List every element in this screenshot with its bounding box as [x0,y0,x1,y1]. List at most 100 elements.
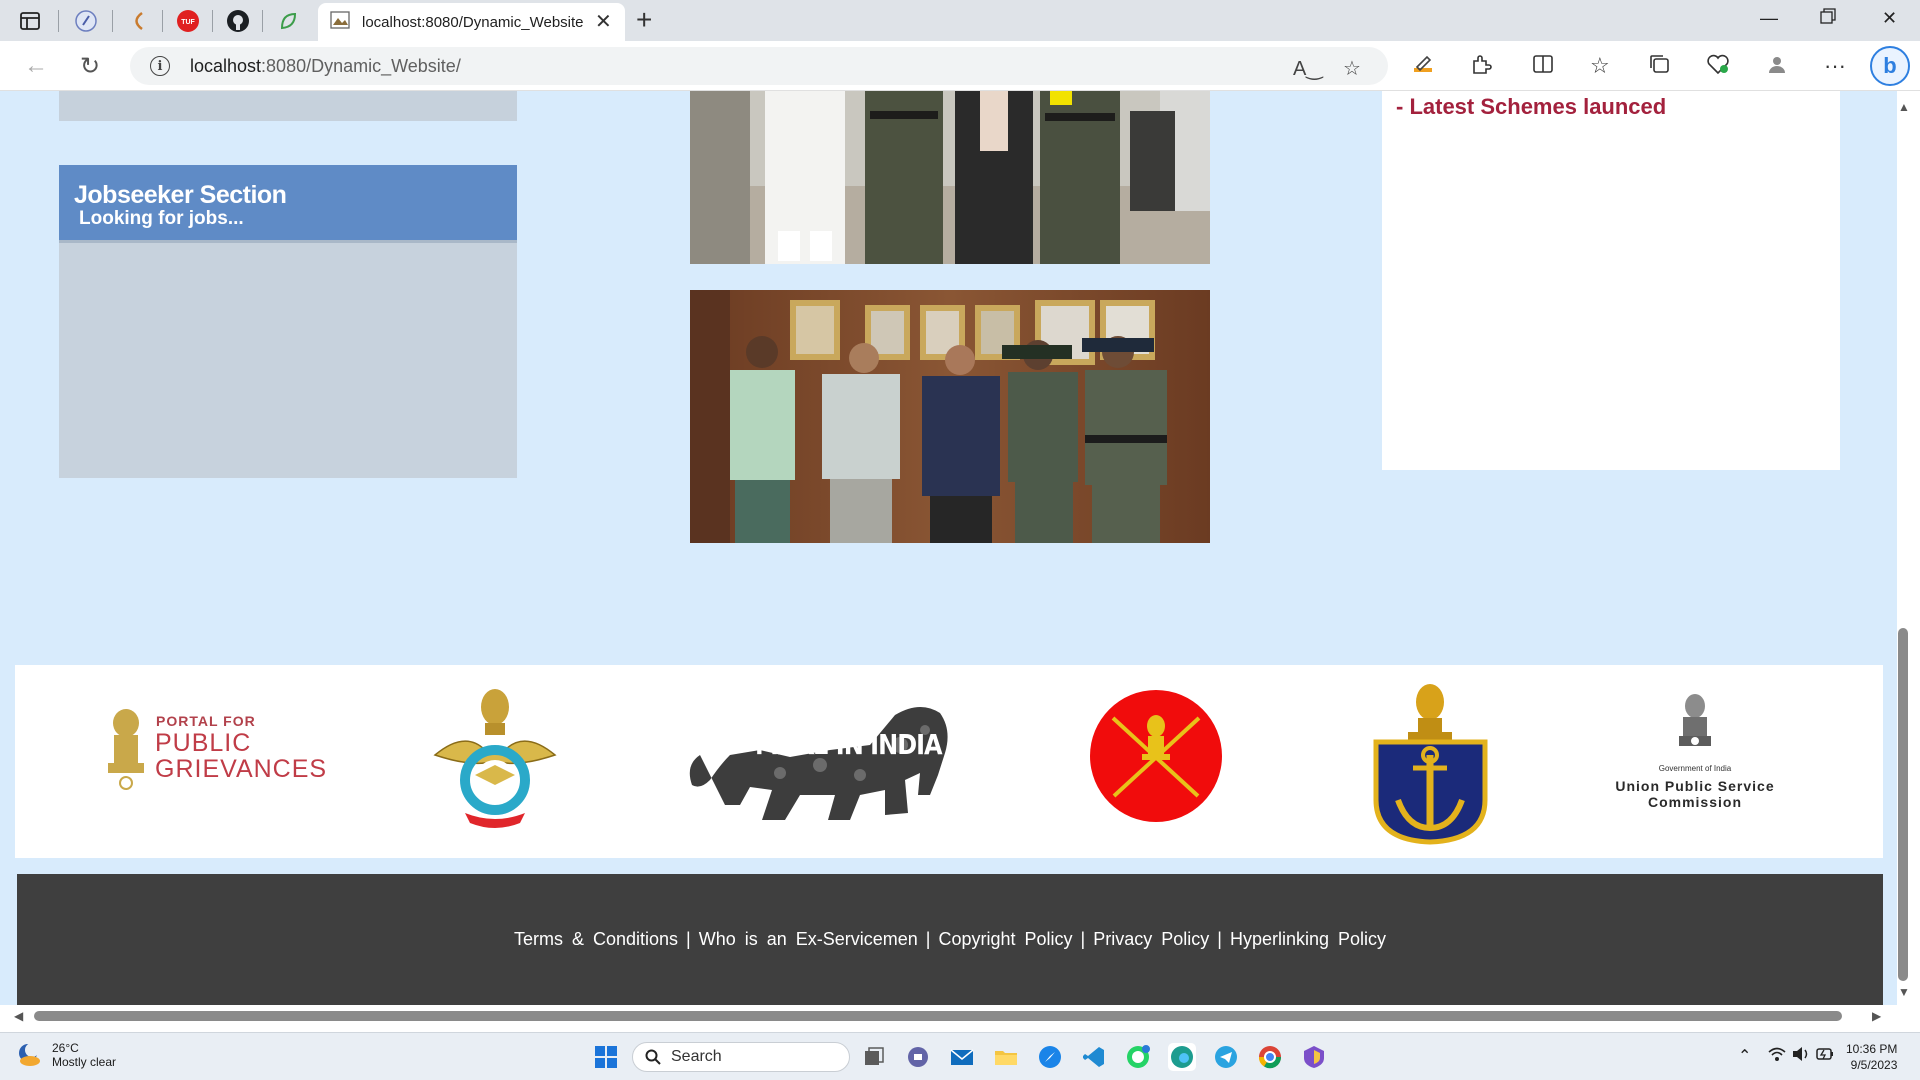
jobseeker-title: Jobseeker Section [74,181,287,209]
extensions-icon[interactable] [1470,53,1492,81]
pen-extension-icon[interactable] [1412,53,1434,81]
mail-icon[interactable] [948,1043,976,1071]
vscode-icon[interactable] [1080,1043,1108,1071]
page-viewport: Jobseeker Section Looking for jobs... - … [0,91,1897,1014]
scroll-down-arrow-icon[interactable]: ▼ [1898,985,1910,999]
more-options-icon[interactable]: ··· [1824,53,1846,79]
tray-overflow-chevron-icon[interactable]: ⌃ [1738,1046,1751,1066]
jobseeker-header[interactable]: Jobseeker Section Looking for jobs... [59,165,517,243]
grievances-line1: PORTAL FOR [156,713,256,729]
address-bar[interactable]: i localhost:8080/Dynamic_Website/ A‿ ☆ [130,47,1388,85]
tab-close-icon[interactable]: ✕ [595,12,612,32]
favorites-icon[interactable]: ☆ [1590,53,1610,79]
tab-favicon-icon [330,10,350,34]
browser-essentials-icon[interactable] [1706,53,1730,81]
tab-actions-icon[interactable] [10,4,50,38]
gallery-photo-officers-2 [690,290,1210,543]
footer-link-copyright[interactable]: Copyright Policy [938,929,1072,950]
make-in-india-text: MAKE IN INDIA [755,728,943,762]
read-aloud-icon[interactable]: A‿ [1293,56,1322,81]
wifi-icon[interactable] [1768,1046,1786,1067]
windows-taskbar: 26°C Mostly clear Search ⌃ 10:36 PM 9/5/… [0,1032,1920,1080]
new-tab-button[interactable]: + [636,6,652,34]
file-explorer-icon[interactable] [992,1043,1020,1071]
minimize-icon[interactable]: — [1760,8,1778,29]
footer-separator: | [925,929,931,949]
vertical-scrollbar-thumb[interactable] [1898,628,1908,981]
footer-links: Terms & Conditions | Who is an Ex-Servic… [17,929,1883,950]
close-window-icon[interactable]: ✕ [1882,8,1897,29]
search-icon [645,1049,661,1065]
footer-separator: | [1080,929,1086,949]
back-icon[interactable]: ← [24,52,48,80]
svg-text:TUF: TUF [181,19,195,26]
upsc-line2: Commission [1647,794,1742,810]
pinned-tab-leaf-icon[interactable] [268,4,308,38]
indian-army-logo[interactable] [1088,688,1224,824]
profile-avatar-icon[interactable] [1766,53,1788,81]
upsc-line1: Union Public Service [1615,778,1775,794]
browser-toolbar: ← ↻ i localhost:8080/Dynamic_Website/ A‿… [0,41,1920,91]
url-text[interactable]: localhost:8080/Dynamic_Website/ [190,56,461,77]
search-label: Search [671,1048,722,1065]
volume-icon[interactable] [1792,1046,1810,1067]
grievances-line3: GRIEVANCES [155,755,328,783]
task-view-icon[interactable] [860,1043,888,1071]
site-footer: Terms & Conditions | Who is an Ex-Servic… [17,874,1883,1014]
weather-temp: 26°C [52,1041,79,1055]
indian-navy-logo[interactable] [1368,680,1493,845]
footer-separator: | [686,929,691,949]
moon-cloud-icon [19,1043,40,1066]
taskbar-search-input[interactable]: Search [632,1042,850,1072]
tab-strip: TUF localhost:8080/Dynamic_Website ✕ + —… [0,0,1920,41]
weather-widget[interactable]: 26°C Mostly clear [16,1041,116,1069]
collections-icon[interactable] [1648,53,1670,81]
footer-link-hyperlinking[interactable]: Hyperlinking Policy [1230,929,1386,950]
security-shield-icon[interactable] [1300,1043,1328,1071]
horizontal-scrollbar-thumb[interactable] [34,1011,1842,1021]
teams-chat-icon[interactable] [904,1043,932,1071]
favorite-star-icon[interactable]: ☆ [1343,56,1361,81]
safari-like-icon[interactable] [1036,1043,1064,1071]
weather-desc: Mostly clear [52,1055,117,1069]
footer-link-privacy[interactable]: Privacy Policy [1093,929,1209,950]
footer-separator: | [1217,929,1222,949]
windows-start-icon[interactable] [592,1043,620,1071]
taskbar-clock[interactable]: 10:36 PM 9/5/2023 [1846,1041,1897,1073]
latest-schemes-panel: - Latest Schemes launced [1382,91,1840,470]
refresh-icon[interactable]: ↻ [80,52,100,81]
whatsapp-icon[interactable] [1124,1043,1152,1071]
indian-air-force-logo[interactable] [430,685,560,835]
footer-link-ex-servicemen[interactable]: Who is an Ex-Servicemen [699,929,918,950]
upsc-logo[interactable]: Government of India Union Public Service… [1615,690,1775,820]
tab-title: localhost:8080/Dynamic_Website [362,13,584,31]
left-panel-top [59,91,517,121]
make-in-india-logo[interactable]: MAKE IN INDIA [680,695,955,825]
chrome-icon[interactable] [1256,1043,1284,1071]
clock-date: 9/5/2023 [1850,1058,1898,1072]
scroll-left-arrow-icon[interactable]: ◀ [14,1009,23,1023]
site-info-icon[interactable]: i [150,56,170,76]
telegram-icon[interactable] [1212,1043,1240,1071]
pinned-tab-feather-icon[interactable] [66,4,106,38]
scroll-right-arrow-icon[interactable]: ▶ [1872,1009,1881,1023]
latest-schemes-title[interactable]: - Latest Schemes launced [1396,94,1826,120]
jobseeker-section: Jobseeker Section Looking for jobs... [59,165,517,478]
edge-browser-icon[interactable] [1168,1043,1196,1071]
bing-copilot-icon[interactable]: b [1870,46,1910,86]
active-tab[interactable]: localhost:8080/Dynamic_Website ✕ [318,3,625,41]
pinned-tab-tuf-icon[interactable]: TUF [168,4,208,38]
scroll-up-arrow-icon[interactable]: ▲ [1898,100,1910,114]
gallery-photo-officers-1 [690,91,1210,264]
clock-time: 10:36 PM [1846,1042,1898,1056]
pinned-tab-github-icon[interactable] [218,4,258,38]
battery-icon[interactable] [1816,1046,1834,1067]
public-grievances-logo[interactable]: PORTAL FOR PUBLIC GRIEVANCES [100,705,340,795]
restore-icon[interactable] [1820,8,1836,29]
grievances-line2: PUBLIC [155,729,252,757]
footer-link-terms[interactable]: Terms & Conditions [514,929,678,950]
jobseeker-subtitle: Looking for jobs... [79,208,244,229]
split-screen-icon[interactable] [1532,53,1554,81]
upsc-gov-label: Government of India [1658,764,1732,773]
pinned-tab-arc-icon[interactable] [118,4,158,38]
